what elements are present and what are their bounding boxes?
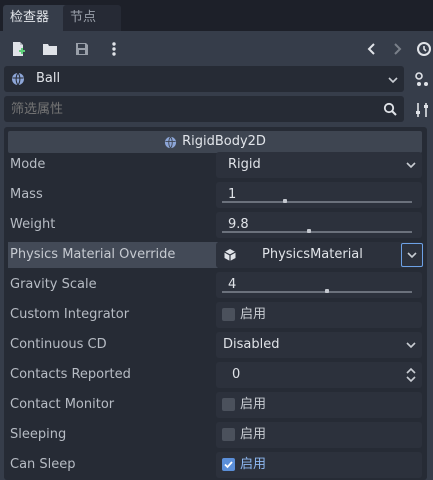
checkbox-box[interactable] xyxy=(222,458,235,471)
property-label-mass: Mass xyxy=(10,187,43,202)
contact-monitor-checkbox[interactable]: 启用 xyxy=(216,392,422,418)
inspector-toolbar xyxy=(0,31,433,67)
open-folder-icon[interactable] xyxy=(40,39,60,59)
checkbox-label: 启用 xyxy=(240,427,267,442)
node-selector[interactable]: Ball xyxy=(4,66,404,92)
chevron-down-icon xyxy=(406,342,416,349)
checkbox-label: 启用 xyxy=(240,307,267,322)
mode-dropdown[interactable]: Rigid xyxy=(216,152,422,178)
physics-material-picker[interactable]: PhysicsMaterial xyxy=(216,242,423,268)
gravity-scale-slider[interactable]: 4 xyxy=(216,272,422,298)
property-label-gravity-scale: Gravity Scale xyxy=(10,277,97,292)
section-header[interactable]: RigidBody2D xyxy=(8,131,422,153)
property-label-can-sleep: Can Sleep xyxy=(10,457,76,472)
slider-track[interactable] xyxy=(222,229,412,233)
contacts-reported-value: 0 xyxy=(232,367,241,382)
sleeping-checkbox[interactable]: 启用 xyxy=(216,422,422,448)
slider-track[interactable] xyxy=(222,289,412,293)
checkbox-box[interactable] xyxy=(222,398,235,411)
property-label-continuous-cd: Continuous CD xyxy=(10,337,107,352)
section-title: RigidBody2D xyxy=(182,134,266,149)
chevron-down-icon xyxy=(388,74,398,89)
physics-material-value: PhysicsMaterial xyxy=(262,247,363,262)
property-options-icon[interactable] xyxy=(411,97,433,123)
checkbox-box[interactable] xyxy=(222,308,235,321)
filter-properties-input[interactable] xyxy=(4,96,374,122)
contacts-reported-spinbox[interactable]: 0 xyxy=(216,362,422,388)
history-icon[interactable] xyxy=(414,39,433,59)
weight-slider[interactable]: 9.8 xyxy=(216,212,422,238)
property-label-mode: Mode xyxy=(10,157,46,172)
inspector-panel: Ball RigidBody2D Mode Rigid xyxy=(0,31,433,480)
chevron-down-icon xyxy=(407,252,417,259)
property-label-contact-monitor: Contact Monitor xyxy=(10,397,115,412)
node-name: Ball xyxy=(36,71,61,86)
checkbox-label: 启用 xyxy=(240,397,267,412)
property-label-sleeping: Sleeping xyxy=(10,427,67,442)
mass-value: 1 xyxy=(228,187,237,202)
more-vert-icon[interactable] xyxy=(104,39,124,59)
globe-icon xyxy=(164,136,177,149)
slider-grabber[interactable] xyxy=(282,199,287,203)
slider-track[interactable] xyxy=(222,199,412,203)
spin-updown-icon[interactable] xyxy=(406,367,416,383)
checkbox-label: 启用 xyxy=(240,457,267,472)
property-label-weight: Weight xyxy=(10,217,56,232)
continuous-cd-value: Disabled xyxy=(223,337,280,352)
resource-dropdown-button[interactable] xyxy=(401,243,423,267)
checkbox-box[interactable] xyxy=(222,428,235,441)
weight-value: 9.8 xyxy=(228,217,249,232)
custom-integrator-checkbox[interactable]: 启用 xyxy=(216,302,422,328)
can-sleep-checkbox[interactable]: 启用 xyxy=(216,452,422,478)
filter-properties-field[interactable] xyxy=(4,96,404,122)
property-label-physics-material-override: Physics Material Override xyxy=(8,242,218,268)
dock-tabbar: 检查器 节点 xyxy=(0,0,433,32)
property-list: RigidBody2D Mode Rigid Mass 1 Weight 9.8… xyxy=(4,127,427,480)
tab-node[interactable]: 节点 xyxy=(63,5,121,31)
mode-value: Rigid xyxy=(228,157,261,172)
continuous-cd-dropdown[interactable]: Disabled xyxy=(216,332,422,358)
slider-grabber[interactable] xyxy=(307,229,312,233)
property-label-contacts-reported: Contacts Reported xyxy=(10,367,131,382)
checkmark-icon xyxy=(224,461,233,469)
mass-slider[interactable]: 1 xyxy=(216,182,422,208)
globe-icon xyxy=(11,72,25,90)
new-resource-icon[interactable] xyxy=(8,39,28,59)
property-label-custom-integrator: Custom Integrator xyxy=(10,307,130,322)
back-icon[interactable] xyxy=(362,39,382,59)
resource-cube-icon xyxy=(223,248,237,266)
search-icon xyxy=(383,102,397,120)
chevron-down-icon xyxy=(406,162,416,169)
save-icon[interactable] xyxy=(72,39,92,59)
slider-grabber[interactable] xyxy=(324,289,329,293)
gravity-scale-value: 4 xyxy=(228,277,237,292)
node-settings-icon[interactable] xyxy=(411,67,433,93)
forward-icon[interactable] xyxy=(387,39,407,59)
